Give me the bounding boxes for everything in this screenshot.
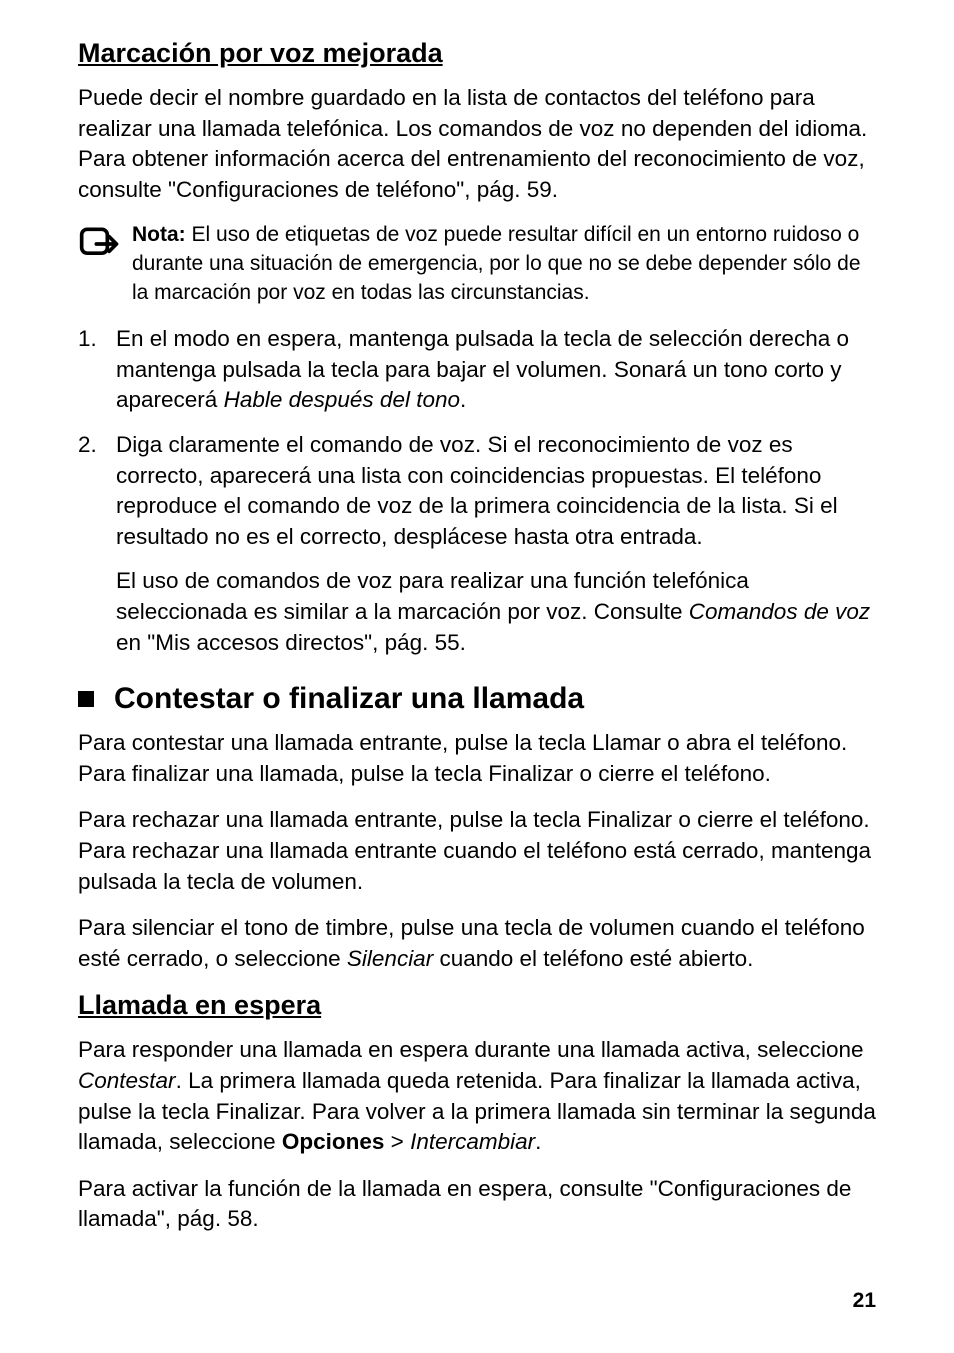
step-1: En el modo en espera, mantenga pulsada l… [78, 324, 876, 416]
step-2: Diga claramente el comando de voz. Si el… [78, 430, 876, 658]
heading-answer-end-call: Contestar o finalizar una llamada [78, 682, 876, 716]
step-italic: Comandos de voz [689, 599, 870, 624]
note-label: Nota: [132, 223, 186, 246]
para-text: . [535, 1129, 541, 1154]
note-text: Nota: El uso de etiquetas de voz puede r… [132, 221, 876, 308]
para-bold: Opciones [282, 1129, 385, 1154]
paragraph: Para contestar una llamada entrante, pul… [78, 728, 876, 789]
step-italic: Hable después del tono [224, 387, 460, 412]
paragraph: Para activar la función de la llamada en… [78, 1174, 876, 1235]
step-sub: El uso de comandos de voz para realizar … [116, 566, 876, 658]
para-text: > [384, 1129, 410, 1154]
step-text: El uso de comandos de voz para realizar … [116, 568, 749, 624]
note-body: El uso de etiquetas de voz puede resulta… [132, 223, 861, 304]
step-text: Diga claramente el comando de voz. Si el… [116, 432, 838, 549]
steps-list: En el modo en espera, mantenga pulsada l… [78, 324, 876, 658]
paragraph: Para rechazar una llamada entrante, puls… [78, 805, 876, 897]
heading-text: Contestar o finalizar una llamada [114, 682, 584, 716]
para-text: cuando el teléfono esté abierto. [433, 946, 753, 971]
step-text: . [460, 387, 466, 412]
square-bullet-icon [78, 691, 94, 707]
para-italic: Intercambiar [410, 1129, 535, 1154]
para-text: Para responder una llamada en espera dur… [78, 1037, 864, 1062]
note-block: Nota: El uso de etiquetas de voz puede r… [78, 221, 876, 308]
para-italic: Silenciar [347, 946, 433, 971]
paragraph: Puede decir el nombre guardado en la lis… [78, 83, 876, 205]
para-italic: Contestar [78, 1068, 176, 1093]
paragraph: Para responder una llamada en espera dur… [78, 1035, 876, 1157]
note-icon [78, 225, 126, 268]
document-page: Marcación por voz mejorada Puede decir e… [0, 0, 954, 1353]
heading-voice-dialing: Marcación por voz mejorada [78, 38, 876, 69]
step-text: en "Mis accesos directos", pág. 55. [116, 630, 466, 655]
page-number: 21 [78, 1289, 876, 1313]
paragraph: Para silenciar el tono de timbre, pulse … [78, 913, 876, 974]
heading-call-waiting: Llamada en espera [78, 990, 876, 1021]
